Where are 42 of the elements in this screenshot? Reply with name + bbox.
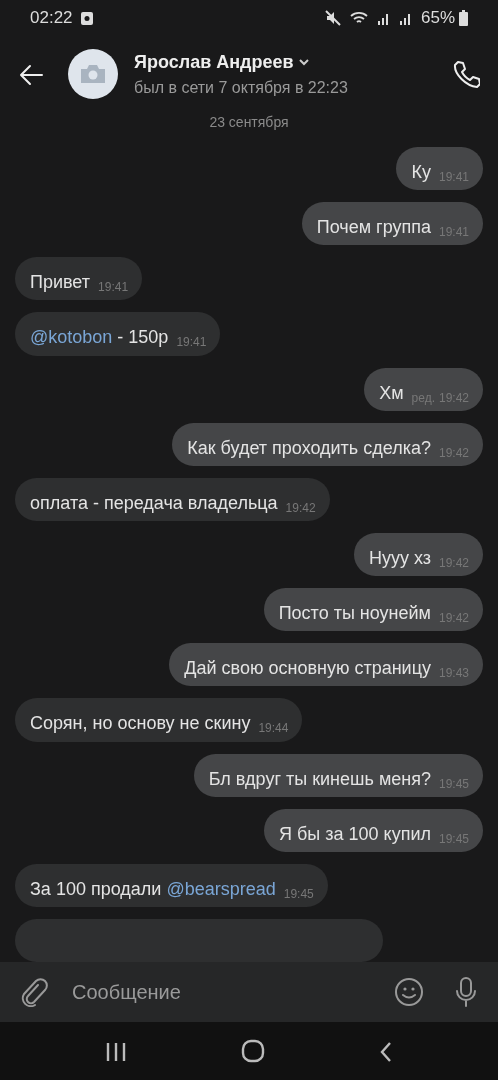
message-text: Бл вдруг ты кинешь меня? [208, 767, 431, 791]
message-text: Я бы за 100 купил [279, 822, 431, 846]
signal-icon [376, 11, 391, 25]
message-text: Посто ты ноунейм [278, 602, 431, 626]
message-text: Почем группа [316, 216, 431, 240]
message-text: @kotobon - 150р [30, 326, 169, 350]
message-text: Сорян, но основу не скину [30, 712, 251, 736]
emoji-button[interactable] [394, 977, 424, 1007]
mention-link[interactable]: @kotobon [30, 327, 113, 348]
message-time: 19:41 [176, 335, 207, 350]
signal-icon [398, 11, 413, 25]
message-time: 19:42 [285, 500, 316, 515]
microphone-button[interactable] [454, 976, 478, 1008]
message-composer[interactable]: Сообщение [0, 962, 498, 1022]
message-text: За 100 продали @bearspread [30, 877, 276, 901]
home-button[interactable] [241, 1038, 265, 1064]
wifi-icon [348, 10, 369, 26]
message-text: Дай свою основную страницу [184, 657, 431, 681]
notification-icon [80, 11, 93, 25]
call-button[interactable] [452, 60, 480, 88]
message-time: 19:45 [283, 886, 314, 901]
message-text: Как будет проходить сделка? [187, 436, 431, 460]
message-text: Нууу хз [368, 547, 431, 570]
status-time: 02:22 [30, 7, 73, 30]
message-time: 19:44 [258, 721, 289, 736]
date-separator: 23 сентября [208, 113, 290, 132]
mention-link[interactable]: @bearspread [166, 878, 276, 899]
contact-name: Ярослав Андреев [134, 50, 294, 74]
message-text: Ку [411, 161, 431, 184]
chevron-down-icon [297, 58, 310, 66]
mute-icon [324, 10, 341, 26]
back-button[interactable] [18, 62, 44, 86]
battery-icon [459, 10, 468, 26]
message-text: Привет [30, 271, 91, 295]
battery-level: 65% [420, 7, 455, 30]
avatar [68, 49, 118, 99]
message-input[interactable]: Сообщение [70, 976, 380, 1008]
message-time: 19:41 [98, 280, 129, 295]
message-text: Хм [379, 381, 404, 405]
attach-button[interactable] [20, 977, 48, 1007]
message-text: оплата - передача владельца [30, 491, 278, 515]
last-seen-status: был в сети 7 октября в 22:23 [134, 77, 349, 98]
